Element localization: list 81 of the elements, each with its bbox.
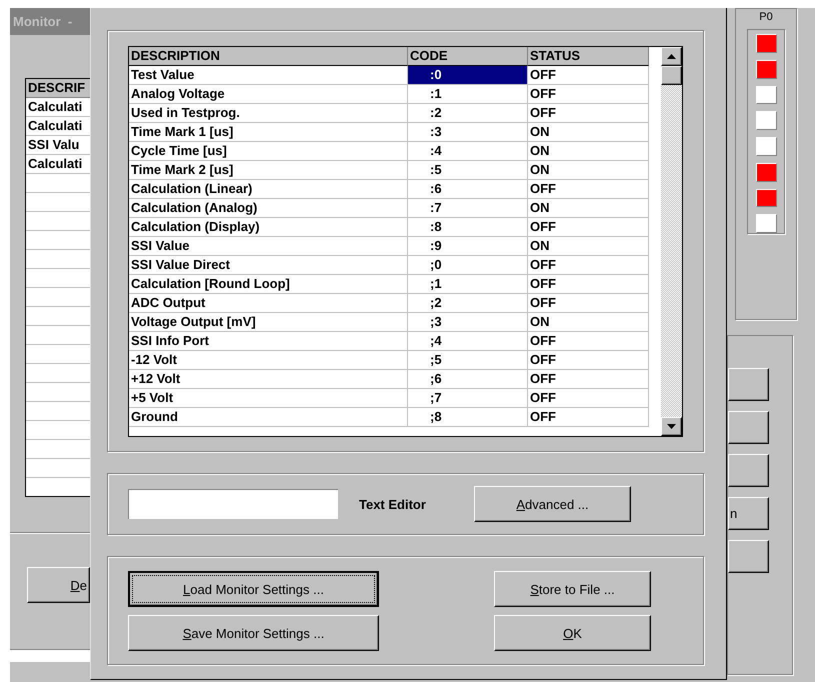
table-cell[interactable]: :5 [408, 161, 528, 180]
field-label: Text Editor [359, 496, 427, 512]
table-cell[interactable]: :9 [408, 237, 528, 256]
table-cell: OFF [528, 180, 649, 199]
dialog-button[interactable]: Store to File ... [494, 571, 651, 607]
table-cell: Cycle Time [us] [129, 142, 408, 161]
table-cell: OFF [528, 351, 649, 370]
table-cell: Calculation (Linear) [129, 180, 408, 199]
scroll-thumb[interactable] [661, 66, 682, 85]
side-button[interactable] [728, 454, 769, 487]
column-header[interactable]: STATUS [528, 47, 649, 66]
table-cell[interactable]: ;5 [408, 351, 528, 370]
table-cell: +12 Volt [129, 370, 408, 389]
table-cell[interactable]: :1 [408, 85, 528, 104]
table-cell: ON [528, 123, 649, 142]
table-cell: -12 Volt [129, 351, 408, 370]
table-cell: OFF [528, 370, 649, 389]
table-cell: SSI Value [129, 237, 408, 256]
table-cell[interactable]: ;0 [408, 256, 528, 275]
table-cell: ON [528, 237, 649, 256]
table-cell: Calculation [Round Loop] [129, 275, 408, 294]
column-header[interactable]: DESCRIPTION [129, 47, 408, 66]
side-button[interactable]: n [728, 497, 769, 530]
table-cell[interactable]: :0 [408, 66, 528, 85]
table-cell[interactable]: ;7 [408, 389, 528, 408]
text-editor-field[interactable] [128, 489, 338, 519]
table-cell[interactable]: :4 [408, 142, 528, 161]
table-cell: OFF [528, 218, 649, 237]
table-cell[interactable]: ;8 [408, 408, 528, 427]
dialog-button[interactable]: Save Monitor Settings ... [128, 615, 379, 651]
side-button[interactable] [728, 540, 769, 573]
table-cell: ADC Output [129, 294, 408, 313]
table-cell: ON [528, 142, 649, 161]
table-cell: OFF [528, 104, 649, 123]
table-cell[interactable]: ;3 [408, 313, 528, 332]
table-cell: OFF [528, 66, 649, 85]
table-cell: Calculation (Analog) [129, 199, 408, 218]
advanced-button[interactable]: Advanced ... [474, 486, 631, 522]
table-cell: SSI Info Port [129, 332, 408, 351]
scroll-up-icon [667, 54, 676, 59]
table-cell: ON [528, 199, 649, 218]
side-button[interactable] [728, 411, 769, 444]
table-cell: Calculation (Display) [129, 218, 408, 237]
table-cell: +5 Volt [129, 389, 408, 408]
table-cell: OFF [528, 275, 649, 294]
table-cell: Analog Voltage [129, 85, 408, 104]
scroll-down-icon [667, 424, 676, 429]
partial-button[interactable]: De [27, 567, 90, 603]
table-cell: SSI Value Direct [129, 256, 408, 275]
table-cell: Voltage Output [mV] [129, 313, 408, 332]
table-cell: OFF [528, 332, 649, 351]
table-cell: Ground [129, 408, 408, 427]
table-cell: OFF [528, 256, 649, 275]
table-cell: OFF [528, 389, 649, 408]
table-cell: ON [528, 313, 649, 332]
table-cell[interactable]: ;2 [408, 294, 528, 313]
table-cell: OFF [528, 294, 649, 313]
table-cell: Test Value [129, 66, 408, 85]
dialog-button[interactable]: OK [494, 615, 651, 651]
column-header[interactable]: CODE [408, 47, 528, 66]
scrollbar[interactable] [661, 47, 682, 436]
window-title: Monitor - [10, 8, 90, 35]
table-cell[interactable]: :2 [408, 104, 528, 123]
table-cell: ON [528, 161, 649, 180]
table-cell[interactable]: ;1 [408, 275, 528, 294]
side-button[interactable] [728, 368, 769, 401]
table-cell[interactable]: :6 [408, 180, 528, 199]
table-cell: OFF [528, 408, 649, 427]
table-cell: Used in Testprog. [129, 104, 408, 123]
table-cell[interactable]: :8 [408, 218, 528, 237]
table-cell: OFF [528, 85, 649, 104]
table-cell[interactable]: :3 [408, 123, 528, 142]
table-cell[interactable]: :7 [408, 199, 528, 218]
input-field[interactable] [10, 649, 90, 662]
table-cell: Time Mark 1 [us] [129, 123, 408, 142]
column-header: DESCRIF [26, 79, 90, 98]
dialog-button[interactable]: Load Monitor Settings ... [128, 571, 379, 607]
panel-title: P0 [759, 11, 773, 23]
table-cell: Time Mark 2 [us] [129, 161, 408, 180]
table-cell[interactable]: ;4 [408, 332, 528, 351]
table-cell[interactable]: ;6 [408, 370, 528, 389]
